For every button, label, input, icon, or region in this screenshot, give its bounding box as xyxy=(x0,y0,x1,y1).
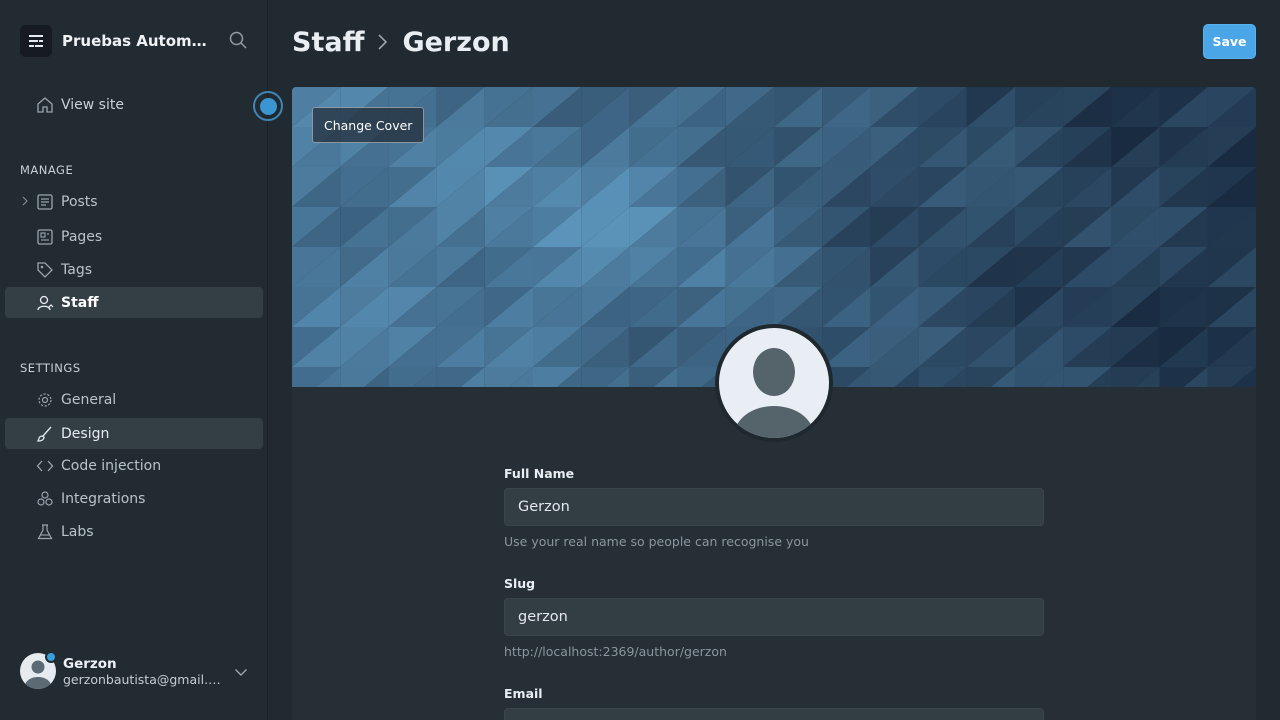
slug-label: Slug xyxy=(504,576,536,591)
sidebar-item-label: General xyxy=(61,391,117,408)
slug-field[interactable]: gerzon xyxy=(504,598,1044,636)
user-name: Gerzon xyxy=(63,655,117,672)
site-logo-icon xyxy=(20,25,52,57)
view-site-label: View site xyxy=(61,97,124,113)
sidebar-item-label: Labs xyxy=(61,523,94,540)
pages-icon xyxy=(37,228,53,245)
flask-icon xyxy=(37,523,53,539)
sidebar: Pruebas Automatización View site MANAGE … xyxy=(0,0,283,720)
site-title: Pruebas Automatización xyxy=(62,32,212,50)
sidebar-item-design[interactable]: Design xyxy=(5,418,263,449)
sidebar-item-integrations[interactable]: Integrations xyxy=(5,483,263,514)
view-site-link[interactable]: View site xyxy=(36,94,124,116)
status-badge xyxy=(45,651,57,663)
change-cover-button[interactable]: Change Cover xyxy=(312,107,425,143)
profile-card: Change Cover Full Name Gerzon Use your r… xyxy=(292,87,1256,720)
sidebar-item-pages[interactable]: Pages xyxy=(5,221,263,252)
chevron-right-icon[interactable] xyxy=(20,196,30,206)
sidebar-item-tags[interactable]: Tags xyxy=(5,254,263,285)
code-icon xyxy=(36,460,54,471)
slug-url-hint: http://localhost:2369/author/gerzon xyxy=(504,644,727,659)
breadcrumb-staff-link[interactable]: Staff xyxy=(292,27,364,58)
profile-photo[interactable] xyxy=(715,324,833,442)
chevron-down-icon[interactable] xyxy=(234,665,248,679)
breadcrumb: Staff Gerzon xyxy=(292,24,510,60)
user-avatar-icon xyxy=(734,348,814,438)
settings-section-label: SETTINGS xyxy=(20,361,81,375)
email-group: Email xyxy=(504,686,1044,720)
full-name-group: Full Name Gerzon Use your real name so p… xyxy=(504,466,1044,549)
sidebar-item-staff[interactable]: Staff xyxy=(5,287,263,318)
gear-icon xyxy=(38,392,52,407)
sidebar-item-posts[interactable]: Posts xyxy=(5,186,263,217)
sidebar-item-code-injection[interactable]: Code injection xyxy=(5,450,263,481)
slug-group: Slug gerzon http://localhost:2369/author… xyxy=(504,576,1044,659)
sidebar-item-label: Code injection xyxy=(61,457,162,474)
sidebar-item-label: Staff xyxy=(61,294,99,311)
email-label: Email xyxy=(504,686,543,701)
integrations-icon xyxy=(37,490,53,506)
home-icon xyxy=(37,97,53,113)
sidebar-item-labs[interactable]: Labs xyxy=(5,516,263,547)
email-field[interactable] xyxy=(504,708,1044,720)
page-title: Gerzon xyxy=(402,26,510,58)
chevron-right-icon xyxy=(378,34,388,50)
manage-section-label: MANAGE xyxy=(20,163,74,177)
sidebar-item-label: Posts xyxy=(61,193,98,210)
sidebar-item-general[interactable]: General xyxy=(5,384,263,415)
search-icon[interactable] xyxy=(228,30,248,50)
staff-icon xyxy=(37,295,54,310)
sidebar-item-label: Pages xyxy=(61,228,103,245)
brush-icon xyxy=(36,426,52,442)
sidebar-item-label: Design xyxy=(61,425,110,442)
posts-icon xyxy=(37,193,53,210)
full-name-hint: Use your real name so people can recogni… xyxy=(504,534,809,549)
full-name-label: Full Name xyxy=(504,466,575,481)
notification-indicator[interactable] xyxy=(253,91,283,121)
full-name-field[interactable]: Gerzon xyxy=(504,488,1044,526)
brand[interactable]: Pruebas Automatización xyxy=(20,24,212,58)
save-button[interactable]: Save xyxy=(1203,24,1256,59)
tag-icon xyxy=(37,261,53,278)
sidebar-item-label: Integrations xyxy=(61,490,146,507)
user-email: gerzonbautista@gmail.com xyxy=(63,671,223,687)
sidebar-item-label: Tags xyxy=(61,261,92,278)
user-menu[interactable]: Gerzon gerzonbautista@gmail.com xyxy=(20,651,252,691)
